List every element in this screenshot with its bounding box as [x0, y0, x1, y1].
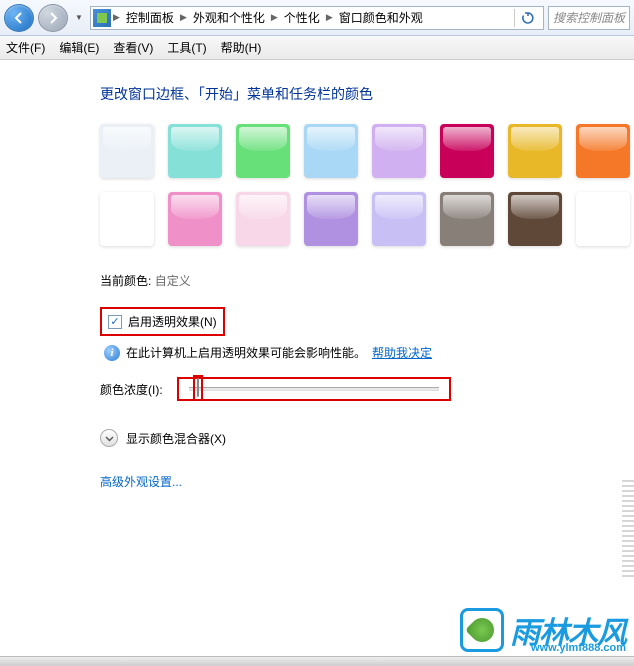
- menu-edit[interactable]: 编辑(E): [59, 39, 99, 56]
- mixer-label: 显示颜色混合器(X): [126, 430, 226, 447]
- back-button[interactable]: [4, 4, 34, 32]
- slider-thumb[interactable]: [197, 378, 199, 397]
- window-bottom-edge: [0, 656, 634, 666]
- transparency-label[interactable]: 启用透明效果(N): [128, 313, 217, 330]
- current-color-label: 当前颜色:: [100, 274, 151, 288]
- watermark-icon: [460, 608, 504, 652]
- color-swatch[interactable]: [576, 192, 630, 246]
- forward-button[interactable]: [38, 4, 68, 32]
- color-swatch[interactable]: [304, 192, 358, 246]
- highlight-box: [177, 377, 451, 401]
- menu-tools[interactable]: 工具(T): [167, 39, 206, 56]
- current-color-value: 自定义: [155, 274, 191, 288]
- color-swatch[interactable]: [304, 124, 358, 178]
- current-color-row: 当前颜色: 自定义: [100, 272, 634, 289]
- chevron-right-icon: ▶: [113, 12, 120, 23]
- intensity-label: 颜色浓度(I):: [100, 381, 163, 398]
- page-title: 更改窗口边框、「开始」菜单和任务栏的颜色: [100, 84, 634, 104]
- intensity-slider[interactable]: [189, 387, 439, 391]
- color-swatch[interactable]: [100, 192, 154, 246]
- breadcrumb[interactable]: 外观和个性化: [189, 9, 269, 26]
- color-swatch[interactable]: [372, 124, 426, 178]
- color-swatch[interactable]: [236, 192, 290, 246]
- address-bar[interactable]: ▶ 控制面板 ▶ 外观和个性化 ▶ 个性化 ▶ 窗口颜色和外观: [90, 6, 544, 30]
- color-swatch[interactable]: [236, 124, 290, 178]
- color-swatch-grid: [100, 124, 634, 246]
- info-text: 在此计算机上启用透明效果可能会影响性能。: [126, 344, 366, 361]
- search-input[interactable]: 搜索控制面板: [548, 6, 630, 30]
- color-swatch[interactable]: [168, 192, 222, 246]
- info-icon: i: [104, 345, 120, 361]
- color-swatch[interactable]: [440, 124, 494, 178]
- color-swatch[interactable]: [168, 124, 222, 178]
- color-swatch[interactable]: [508, 124, 562, 178]
- menu-help[interactable]: 帮助(H): [221, 39, 262, 56]
- color-swatch[interactable]: [576, 124, 630, 178]
- help-decide-link[interactable]: 帮助我决定: [372, 344, 432, 361]
- menu-bar: 文件(F) 编辑(E) 查看(V) 工具(T) 帮助(H): [0, 36, 634, 60]
- chevron-down-icon: [100, 429, 118, 447]
- refresh-button[interactable]: [517, 8, 539, 28]
- chevron-right-icon: ▶: [326, 12, 333, 23]
- watermark-url: www.ylmf888.com: [531, 642, 626, 654]
- color-swatch[interactable]: [508, 192, 562, 246]
- color-swatch[interactable]: [372, 192, 426, 246]
- color-swatch[interactable]: [100, 124, 154, 178]
- watermark-logo: 雨林木风 www.ylmf888.com: [460, 608, 626, 652]
- color-swatch[interactable]: [440, 192, 494, 246]
- breadcrumb[interactable]: 控制面板: [122, 9, 178, 26]
- menu-view[interactable]: 查看(V): [113, 39, 153, 56]
- highlight-box: ✓ 启用透明效果(N): [100, 307, 225, 336]
- transparency-checkbox[interactable]: ✓: [108, 315, 122, 329]
- search-placeholder: 搜索控制面板: [553, 9, 625, 26]
- chevron-right-icon: ▶: [180, 12, 187, 23]
- breadcrumb[interactable]: 窗口颜色和外观: [335, 9, 427, 26]
- chevron-right-icon: ▶: [271, 12, 278, 23]
- highlight-box: [193, 375, 203, 401]
- menu-file[interactable]: 文件(F): [6, 39, 45, 56]
- control-panel-icon: [93, 9, 111, 27]
- advanced-appearance-link[interactable]: 高级外观设置...: [100, 475, 182, 489]
- breadcrumb[interactable]: 个性化: [280, 9, 324, 26]
- color-mixer-toggle[interactable]: 显示颜色混合器(X): [100, 429, 634, 447]
- nav-history-dropdown[interactable]: ▼: [72, 4, 86, 32]
- ruler-icon: [622, 480, 634, 580]
